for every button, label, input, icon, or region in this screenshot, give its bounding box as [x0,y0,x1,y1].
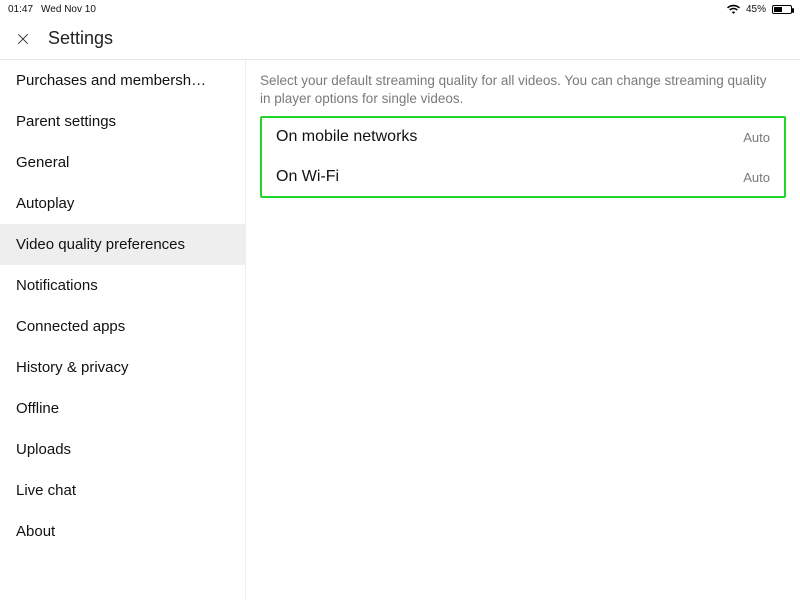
close-icon[interactable] [14,30,32,48]
sidebar-item-parent-settings[interactable]: Parent settings [0,101,245,142]
sidebar-item-general[interactable]: General [0,142,245,183]
sidebar-item-notifications[interactable]: Notifications [0,265,245,306]
row-value: Auto [743,170,770,185]
content-pane: Select your default streaming quality fo… [246,60,800,600]
battery-icon [772,5,792,14]
highlight-box: On mobile networks Auto On Wi-Fi Auto [260,116,786,198]
sidebar-item-offline[interactable]: Offline [0,388,245,429]
sidebar-item-history-privacy[interactable]: History & privacy [0,347,245,388]
row-value: Auto [743,130,770,145]
row-mobile-networks[interactable]: On mobile networks Auto [262,118,784,156]
sidebar-item-connected-apps[interactable]: Connected apps [0,306,245,347]
sidebar-item-uploads[interactable]: Uploads [0,429,245,470]
status-time: 01:47 [8,4,33,15]
sidebar-item-video-quality[interactable]: Video quality preferences [0,224,245,265]
battery-percent: 45% [746,4,766,15]
status-date: Wed Nov 10 [41,4,96,15]
sidebar-item-autoplay[interactable]: Autoplay [0,183,245,224]
sidebar-item-purchases[interactable]: Purchases and membersh… [0,60,245,101]
header: Settings [0,18,800,60]
sidebar: Purchases and membersh… Parent settings … [0,60,246,600]
status-bar: 01:47 Wed Nov 10 45% [0,0,800,18]
row-label: On Wi-Fi [276,168,339,186]
sidebar-item-live-chat[interactable]: Live chat [0,470,245,511]
row-wifi[interactable]: On Wi-Fi Auto [262,158,784,196]
sidebar-item-about[interactable]: About [0,511,245,552]
content-description: Select your default streaming quality fo… [260,72,786,108]
row-label: On mobile networks [276,128,417,146]
wifi-icon [727,4,740,14]
page-title: Settings [48,28,113,49]
